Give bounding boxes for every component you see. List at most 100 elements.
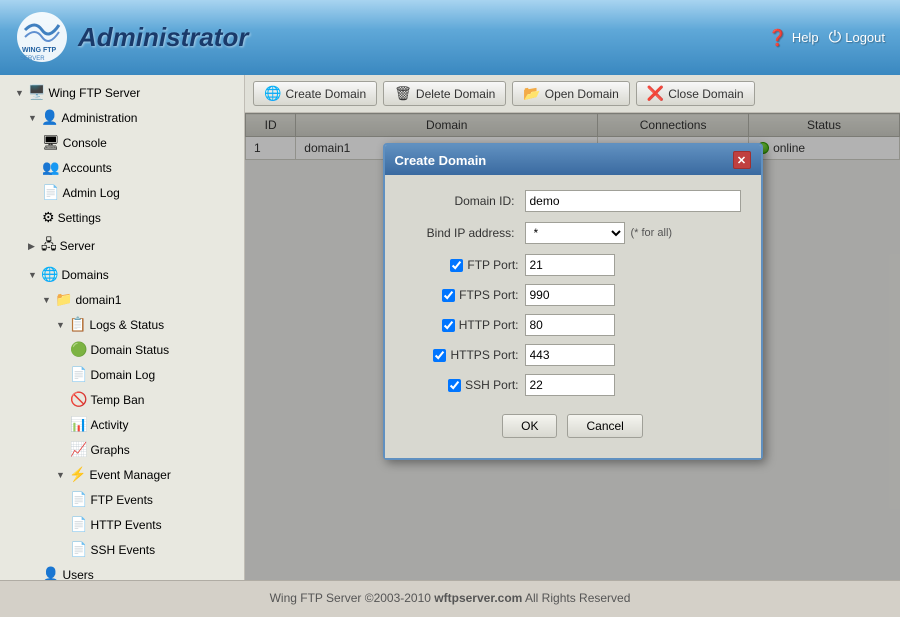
sidebar-item-domain-log[interactable]: 📄 Domain Log [0, 362, 244, 387]
server-label: Server [60, 239, 95, 253]
toggle-events[interactable]: ▼ [56, 470, 66, 480]
delete-domain-icon: 🗑 [394, 85, 412, 102]
domain-log-icon: 📄 [70, 366, 87, 383]
domain-status-label: Domain Status [90, 343, 169, 357]
domain-id-label: Domain ID: [405, 194, 525, 208]
open-domain-icon: 📂 [523, 85, 540, 102]
sidebar-item-http-events[interactable]: 📄 HTTP Events [0, 512, 244, 537]
ftp-port-input[interactable] [525, 254, 615, 276]
ftps-port-label: FTPS Port: [459, 288, 518, 302]
activity-label: Activity [90, 418, 128, 432]
logs-label: Logs & Status [89, 318, 164, 332]
sidebar-item-temp-ban[interactable]: 🚫 Temp Ban [0, 387, 244, 412]
logo-area: WING FTP SERVER Administrator [15, 10, 248, 65]
sidebar-item-accounts[interactable]: 👥 Accounts [0, 155, 244, 180]
toggle-logs[interactable]: ▼ [56, 320, 66, 330]
domain-status-icon: 🟢 [70, 341, 87, 358]
domain1-label: domain1 [75, 293, 121, 307]
svg-text:WING FTP: WING FTP [22, 47, 57, 54]
https-port-row: HTTPS Port: [405, 344, 741, 366]
sidebar-item-event-manager[interactable]: ▼ ⚡ Event Manager [0, 462, 244, 487]
bind-ip-row: Bind IP address: * (* for all) [405, 222, 741, 244]
modal-overlay: Create Domain ✕ Domain ID: Bind IP addre… [245, 113, 900, 580]
toggle-admin[interactable]: ▼ [28, 113, 38, 123]
sidebar-item-activity[interactable]: 📊 Activity [0, 412, 244, 437]
sidebar-item-graphs[interactable]: 📈 Graphs [0, 437, 244, 462]
settings-admin-icon: ⚙ [42, 209, 55, 226]
sidebar-item-users[interactable]: 👤 Users [0, 562, 244, 580]
modal-ok-button[interactable]: OK [502, 414, 557, 438]
sidebar-item-console[interactable]: 🖥 Console [0, 130, 244, 155]
logout-icon: ⏻ [829, 29, 842, 47]
sidebar: ▼ 🖥️ Wing FTP Server ▼ 👤 Administration … [0, 75, 245, 580]
create-domain-button[interactable]: 🌐 Create Domain [253, 81, 377, 106]
ftp-events-label: FTP Events [90, 493, 152, 507]
bind-ip-hint: (* for all) [631, 227, 673, 239]
header-title: Administrator [78, 22, 248, 53]
sidebar-item-server[interactable]: ▶ 🖧 Server [0, 230, 244, 262]
sidebar-item-admin-log[interactable]: 📄 Admin Log [0, 180, 244, 205]
activity-icon: 📊 [70, 416, 87, 433]
sidebar-item-ftp-events[interactable]: 📄 FTP Events [0, 487, 244, 512]
create-domain-icon: 🌐 [264, 85, 281, 102]
admin-icon: 👤 [41, 109, 58, 126]
ftps-port-input[interactable] [525, 284, 615, 306]
bind-ip-label: Bind IP address: [405, 226, 525, 240]
sidebar-item-settings-admin[interactable]: ⚙ Settings [0, 205, 244, 230]
help-button[interactable]: ❓ Help [768, 28, 819, 48]
logout-button[interactable]: ⏻ Logout [829, 28, 885, 48]
close-domain-button[interactable]: ❌ Close Domain [636, 81, 755, 106]
ftps-port-checkbox[interactable] [442, 289, 455, 302]
sidebar-item-domains[interactable]: ▼ 🌐 Domains [0, 262, 244, 287]
sidebar-item-logs-status[interactable]: ▼ 📋 Logs & Status [0, 312, 244, 337]
toggle-domains[interactable]: ▼ [28, 270, 38, 280]
domain-id-input[interactable] [525, 190, 741, 212]
https-port-label: HTTPS Port: [450, 348, 518, 362]
https-port-input[interactable] [525, 344, 615, 366]
ssh-port-checkbox[interactable] [448, 379, 461, 392]
accounts-icon: 👥 [42, 159, 59, 176]
sidebar-item-wing-ftp-server[interactable]: ▼ 🖥️ Wing FTP Server [0, 80, 244, 105]
http-port-checkbox[interactable] [442, 319, 455, 332]
http-port-input[interactable] [525, 314, 615, 336]
open-domain-button[interactable]: 📂 Open Domain [512, 81, 629, 106]
content-wrapper: ID Domain Connections Status 1 domain1 0 [245, 113, 900, 580]
sidebar-item-domain1[interactable]: ▼ 📁 domain1 [0, 287, 244, 312]
header-actions: ❓ Help ⏻ Logout [768, 28, 885, 48]
console-icon: 🖥 [42, 134, 60, 151]
modal-close-button[interactable]: ✕ [733, 151, 751, 169]
ssh-port-input[interactable] [525, 374, 615, 396]
toggle-server[interactable]: ▶ [28, 241, 38, 252]
ssh-events-icon: 📄 [70, 541, 87, 558]
domains-label: Domains [61, 268, 108, 282]
domain1-icon: 📁 [55, 291, 72, 308]
ssh-events-label: SSH Events [90, 543, 155, 557]
toggle-wing-ftp[interactable]: ▼ [15, 88, 25, 98]
admin-log-icon: 📄 [42, 184, 59, 201]
console-label: Console [63, 136, 107, 150]
modal-cancel-button[interactable]: Cancel [567, 414, 642, 438]
ssh-port-row: SSH Port: [405, 374, 741, 396]
ssh-port-label: SSH Port: [465, 378, 518, 392]
delete-domain-button[interactable]: 🗑 Delete Domain [383, 81, 506, 106]
domain-id-row: Domain ID: [405, 190, 741, 212]
sidebar-item-administration[interactable]: ▼ 👤 Administration [0, 105, 244, 130]
users-icon: 👤 [42, 566, 59, 580]
help-icon: ❓ [768, 28, 788, 48]
header: WING FTP SERVER Administrator ❓ Help ⏻ L… [0, 0, 900, 75]
sidebar-item-domain-status[interactable]: 🟢 Domain Status [0, 337, 244, 362]
admin-log-label: Admin Log [62, 186, 119, 200]
graphs-icon: 📈 [70, 441, 87, 458]
graphs-label: Graphs [90, 443, 129, 457]
footer-text: Wing FTP Server ©2003-2010 wftpserver.co… [270, 591, 631, 605]
toggle-domain1[interactable]: ▼ [42, 295, 52, 305]
ftp-events-icon: 📄 [70, 491, 87, 508]
https-port-checkbox[interactable] [433, 349, 446, 362]
bind-ip-select[interactable]: * [525, 222, 625, 244]
footer-link[interactable]: wftpserver.com [434, 591, 522, 605]
wing-ftp-icon: 🖥️ [28, 84, 45, 101]
ftp-port-checkbox[interactable] [450, 259, 463, 272]
event-manager-icon: ⚡ [69, 466, 86, 483]
main: ▼ 🖥️ Wing FTP Server ▼ 👤 Administration … [0, 75, 900, 580]
sidebar-item-ssh-events[interactable]: 📄 SSH Events [0, 537, 244, 562]
